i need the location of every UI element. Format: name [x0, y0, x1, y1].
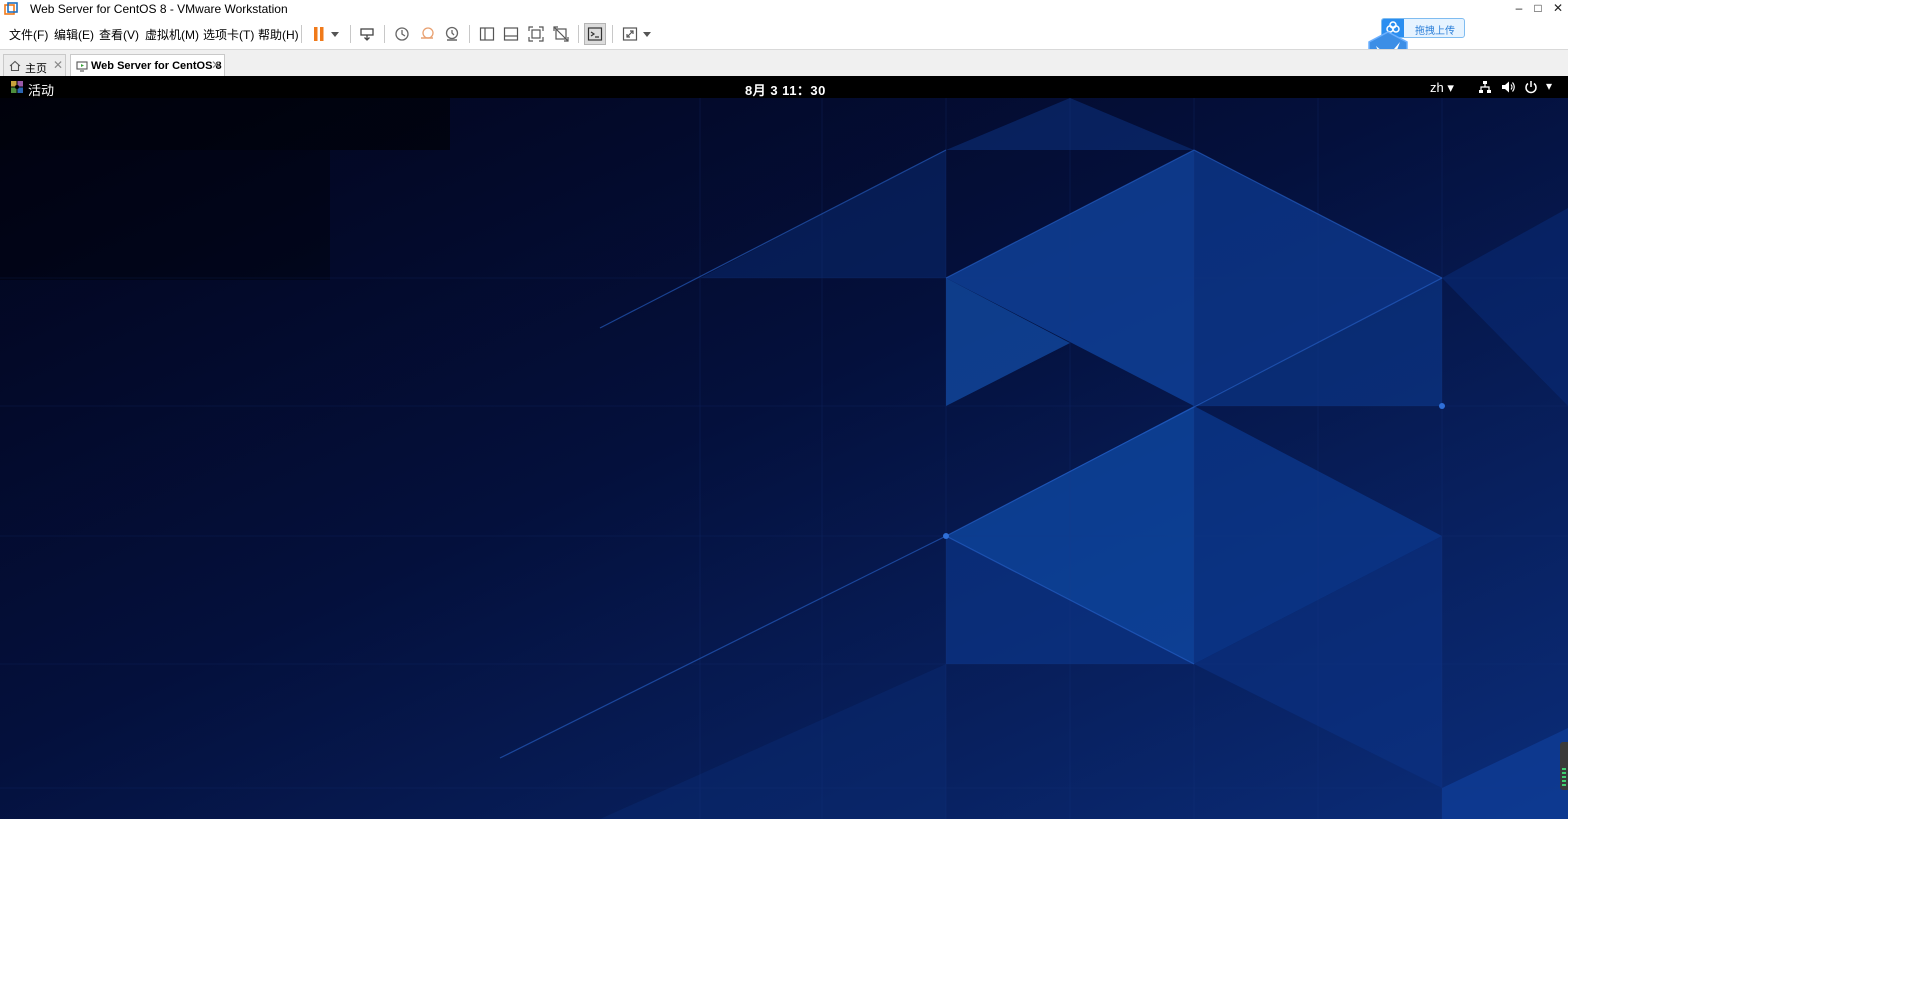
thumbnail-bar-icon	[503, 27, 519, 41]
power-icon[interactable]	[1524, 80, 1538, 94]
home-icon	[9, 60, 21, 72]
gnome-top-bar: 活动 8月 3 11：30 zh ▾ ▾	[0, 76, 1568, 98]
input-language-selector[interactable]: zh ▾	[1430, 80, 1454, 96]
snapshot-manager-button[interactable]	[441, 23, 463, 45]
full-screen-button[interactable]	[525, 23, 547, 45]
menu-tabs[interactable]: 选项卡(T)	[203, 26, 254, 43]
toolbar-divider	[578, 25, 579, 43]
show-library-button[interactable]	[476, 23, 498, 45]
tab-web-server-label: Web Server for CentOS 8	[91, 60, 222, 72]
centos-logo-icon	[11, 81, 23, 93]
upload-label: 拖拽上传	[1415, 26, 1455, 37]
maximize-button[interactable]: □	[1530, 1, 1546, 15]
unity-button[interactable]	[550, 23, 572, 45]
network-icon[interactable]	[1478, 80, 1492, 94]
clock[interactable]: 8月 3 11：30	[745, 80, 826, 99]
vm-console[interactable]: 活动 8月 3 11：30 zh ▾ ▾	[0, 76, 1568, 819]
close-button[interactable]: ✕	[1550, 1, 1566, 15]
send-ctrl-alt-del-icon	[360, 28, 374, 41]
menu-edit[interactable]: 编辑(E)	[54, 26, 94, 43]
vmware-logo-icon	[4, 2, 18, 15]
window-title-bar: Web Server for CentOS 8 - VMware Worksta…	[0, 0, 1568, 19]
revert-snapshot-button[interactable]	[416, 23, 438, 45]
tab-web-server[interactable]: Web Server for CentOS 8 ✕	[70, 54, 225, 77]
window-title: Web Server for CentOS 8 - VMware Worksta…	[30, 2, 288, 16]
tab-home[interactable]: 主页 ✕	[3, 54, 66, 77]
snapshot-manager-icon	[445, 26, 459, 41]
snapshot-icon	[395, 27, 409, 41]
tab-strip: 主页 ✕ Web Server for CentOS 8 ✕	[0, 49, 1568, 77]
chevron-down-icon	[331, 31, 339, 37]
menu-help[interactable]: 帮助(H)	[258, 26, 299, 43]
console-view-button[interactable]	[584, 23, 606, 45]
thumbnail-bar-button[interactable]	[500, 23, 522, 45]
volume-icon[interactable]	[1501, 80, 1515, 94]
toolbar-divider	[612, 25, 613, 43]
signal-bars-icon	[1562, 768, 1566, 786]
menu-toolbar-row: 文件(F) 编辑(E) 查看(V) 虚拟机(M) 选项卡(T) 帮助(H)	[0, 19, 1568, 48]
menu-file[interactable]: 文件(F)	[9, 26, 48, 43]
send-ctrl-alt-del-button[interactable]	[356, 23, 378, 45]
side-grip-handle[interactable]	[1560, 742, 1568, 790]
vm-icon	[76, 61, 88, 72]
toolbar-divider	[469, 25, 470, 43]
tab-web-server-close-icon[interactable]: ✕	[211, 58, 221, 72]
tab-home-label: 主页	[25, 63, 47, 75]
tab-home-close-icon[interactable]: ✕	[53, 58, 63, 72]
chevron-down-icon	[643, 31, 651, 37]
library-view-icon	[479, 27, 495, 41]
console-view-icon	[587, 27, 603, 41]
toolbar-divider	[350, 25, 351, 43]
unity-icon	[553, 26, 569, 42]
toolbar-divider	[301, 25, 302, 43]
toolbar-divider	[384, 25, 385, 43]
stretch-dropdown[interactable]	[640, 23, 654, 45]
revert-snapshot-icon	[421, 27, 434, 39]
desktop-wallpaper	[0, 98, 1568, 819]
take-snapshot-button[interactable]	[391, 23, 413, 45]
system-menu-arrow-icon[interactable]: ▾	[1546, 79, 1552, 93]
activities-button[interactable]: 活动	[28, 80, 54, 99]
power-dropdown[interactable]	[327, 23, 343, 45]
full-screen-icon	[528, 26, 544, 42]
minimize-button[interactable]: –	[1511, 1, 1527, 15]
menu-view[interactable]: 查看(V)	[99, 26, 139, 43]
pause-icon	[314, 27, 324, 41]
stretch-guest-button[interactable]	[619, 23, 641, 45]
stretch-guest-icon	[622, 27, 638, 41]
menu-vm[interactable]: 虚拟机(M)	[145, 26, 199, 43]
